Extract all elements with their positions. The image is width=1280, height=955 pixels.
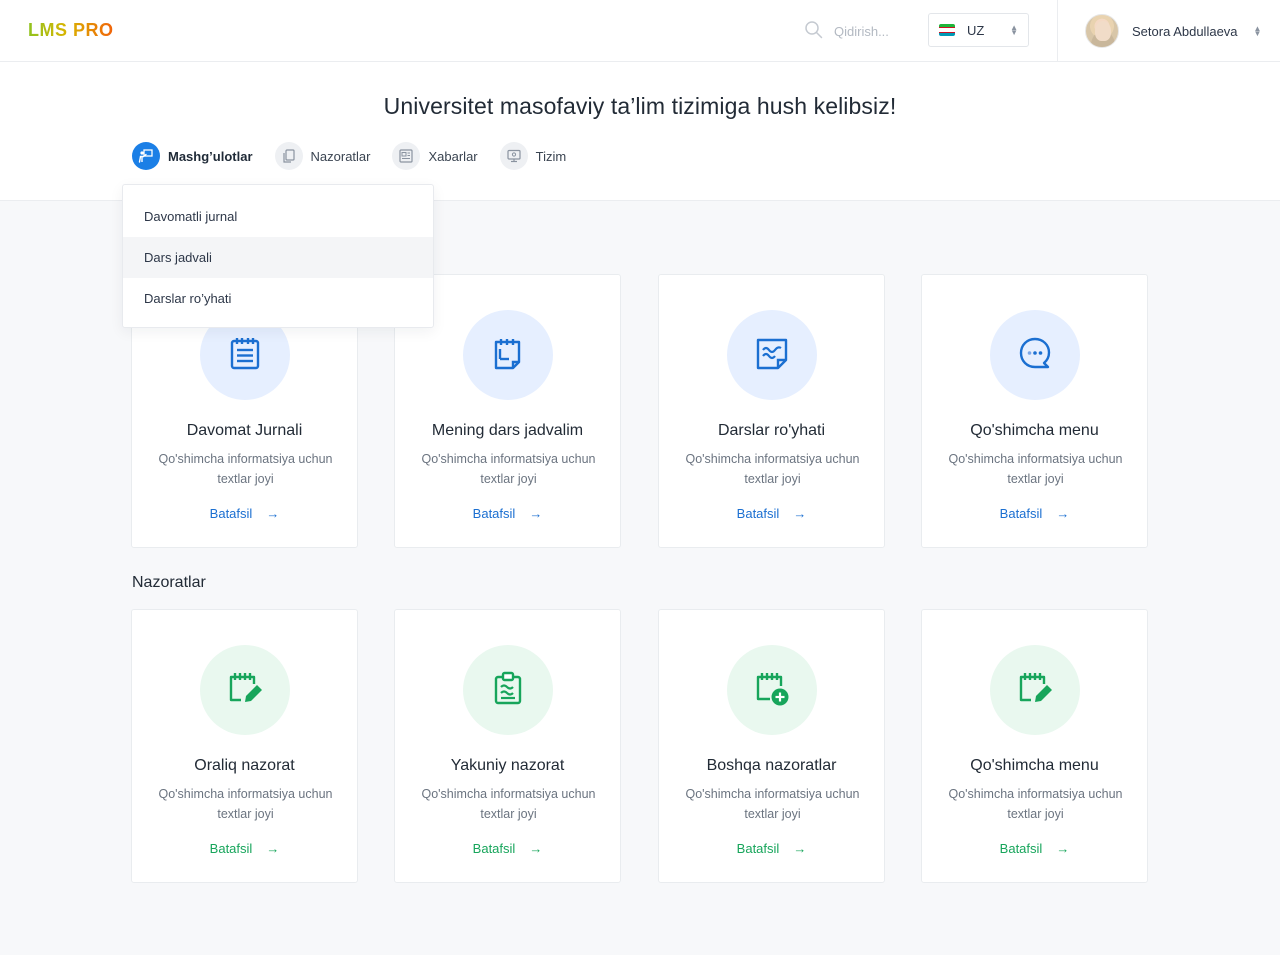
arrow-right-icon: → [1056, 506, 1070, 521]
mashgulotlar-dropdown: Davomatli jurnal Dars jadvali Darslar ro… [122, 184, 434, 328]
section-title-nazoratlar: Nazoratlar [132, 574, 206, 591]
card-title: Oraliq nazorat [194, 757, 295, 774]
card-qoshimcha-menu-2[interactable]: Qo'shimcha menu Qo'shimcha informatsiya … [921, 609, 1148, 883]
newspaper-icon [392, 142, 421, 170]
card-link[interactable]: Batafsil → [132, 506, 357, 521]
wave-note-icon [754, 335, 790, 376]
card-boshqa-nazoratlar[interactable]: Boshqa nazoratlar Qo'shimcha informatsiy… [658, 609, 885, 883]
logo[interactable]: LMS PRO [28, 20, 114, 41]
card-description: Qo'shimcha informatsiya uchun textlar jo… [421, 787, 596, 821]
card-description: Qo'shimcha informatsiya uchun textlar jo… [948, 787, 1123, 821]
card-description: Qo'shimcha informatsiya uchun textlar jo… [158, 452, 333, 486]
dropdown-item-davomatli-jurnal[interactable]: Davomatli jurnal [123, 196, 433, 237]
tab-mashgulotlar[interactable]: Mashg’ulotlar [132, 142, 253, 170]
tab-label: Xabarlar [428, 148, 478, 164]
card-link[interactable]: Batafsil → [395, 841, 620, 856]
arrow-right-icon: → [266, 506, 280, 521]
card-title: Darslar ro'yhati [717, 422, 826, 439]
teacher-board-icon [132, 142, 160, 170]
card-link[interactable]: Batafsil → [395, 506, 620, 521]
monitor-icon [499, 142, 528, 170]
tab-xabarlar[interactable]: Xabarlar [392, 142, 478, 170]
link-label: Batafsil [209, 841, 253, 856]
tab-label: Nazoratlar [310, 148, 371, 164]
user-menu[interactable]: Setora Abdullaeva ▲ ▼ [1085, 14, 1261, 48]
card-title: Qo'shimcha menu [970, 757, 1099, 774]
clipboard-icon [490, 670, 526, 711]
card-icon-circle [727, 310, 817, 400]
tab-label: Mashg’ulotlar [168, 148, 253, 164]
tab-nazoratlar[interactable]: Nazoratlar [274, 142, 371, 170]
card-description: Qo'shimcha informatsiya uchun textlar jo… [948, 452, 1123, 486]
calendar-edit-icon [226, 669, 264, 712]
language-value: UZ [967, 22, 985, 38]
card-oraliq-nazorat[interactable]: Oraliq nazorat Qo'shimcha informatsiya u… [131, 609, 358, 883]
arrow-right-icon: → [793, 841, 807, 856]
card-icon-circle [463, 645, 553, 735]
card-title: Davomat Jurnali [186, 422, 303, 439]
calendar-notes-icon [490, 335, 526, 376]
arrow-right-icon: → [529, 841, 543, 856]
top-bar: LMS PRO Qidirish... UZ ▲ ▼ Setora Abdulla… [0, 0, 1280, 62]
card-icon-circle [727, 645, 817, 735]
card-title: Mening dars jadvalim [431, 422, 584, 439]
arrow-right-icon: → [1056, 841, 1070, 856]
link-label: Batafsil [472, 841, 516, 856]
link-label: Batafsil [209, 506, 253, 521]
card-title: Boshqa nazoratlar [706, 757, 837, 774]
link-label: Batafsil [736, 841, 780, 856]
card-link[interactable]: Batafsil → [922, 841, 1147, 856]
card-link[interactable]: Batafsil → [132, 841, 357, 856]
notepad-list-icon [227, 335, 263, 376]
avatar[interactable] [1085, 14, 1119, 48]
uzbekistan-flag-icon [939, 24, 955, 36]
arrow-right-icon: → [793, 506, 807, 521]
card-darslar-royhati[interactable]: Darslar ro'yhati Qo'shimcha informatsiya… [658, 274, 885, 548]
language-select[interactable]: UZ ▲ ▼ [928, 13, 1029, 47]
card-link[interactable]: Batafsil → [922, 506, 1147, 521]
arrow-right-icon: → [529, 506, 543, 521]
search-box[interactable]: Qidirish... [804, 20, 889, 43]
card-link[interactable]: Batafsil → [659, 506, 884, 521]
search-icon[interactable] [804, 20, 824, 43]
card-title: Yakuniy nazorat [450, 757, 565, 774]
card-title: Qo'shimcha menu [970, 422, 1099, 439]
card-icon-circle [990, 645, 1080, 735]
calendar-add-icon [753, 669, 791, 712]
link-label: Batafsil [999, 841, 1043, 856]
tab-label: Tizim [535, 148, 567, 164]
card-icon-circle [463, 310, 553, 400]
divider [1057, 0, 1058, 62]
card-description: Qo'shimcha informatsiya uchun textlar jo… [158, 787, 333, 821]
link-label: Batafsil [736, 506, 780, 521]
chevron-updown-icon: ▲ ▼ [1010, 23, 1018, 37]
card-yakuniy-nazorat[interactable]: Yakuniy nazorat Qo'shimcha informatsiya … [394, 609, 621, 883]
hero-section: Universitet masofaviy ta’lim tizimiga hu… [0, 62, 1280, 201]
arrow-right-icon: → [266, 841, 280, 856]
card-icon-circle [990, 310, 1080, 400]
card-link[interactable]: Batafsil → [659, 841, 884, 856]
category-tabs: Mashg’ulotlar Nazoratlar Xabarlar Tizim [132, 142, 588, 170]
link-label: Batafsil [472, 506, 516, 521]
tab-tizim[interactable]: Tizim [499, 142, 567, 170]
calendar-edit-icon [1016, 669, 1054, 712]
document-copy-icon [274, 142, 303, 170]
page-title: Universitet masofaviy ta’lim tizimiga hu… [383, 93, 897, 119]
card-description: Qo'shimcha informatsiya uchun textlar jo… [421, 452, 596, 486]
dropdown-item-darslar-royhati[interactable]: Darslar ro’yhati [123, 278, 433, 319]
card-qoshimcha-menu-1[interactable]: Qo'shimcha menu Qo'shimcha informatsiya … [921, 274, 1148, 548]
dropdown-item-dars-jadvali[interactable]: Dars jadvali [123, 237, 433, 278]
link-label: Batafsil [999, 506, 1043, 521]
user-name: Setora Abdullaeva [1132, 23, 1238, 39]
card-description: Qo'shimcha informatsiya uchun textlar jo… [685, 787, 860, 821]
chevron-updown-icon: ▲ ▼ [1253, 24, 1262, 38]
card-description: Qo'shimcha informatsiya uchun textlar jo… [685, 452, 860, 486]
card-icon-circle [200, 645, 290, 735]
search-input[interactable]: Qidirish... [834, 24, 889, 39]
chat-bubble-icon [1017, 335, 1053, 376]
